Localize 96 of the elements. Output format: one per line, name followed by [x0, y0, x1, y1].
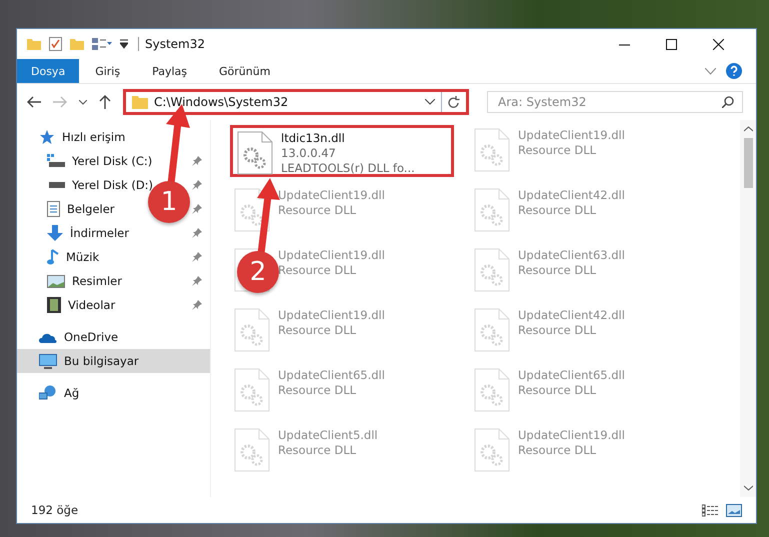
sidebar-item[interactable]: Videolar: [68, 298, 116, 312]
ribbon-tab[interactable]: Paylaş: [136, 59, 203, 83]
sidebar-label: Ağ: [64, 386, 80, 400]
help-icon[interactable]: [726, 63, 742, 79]
download-arrow-icon: [47, 225, 63, 241]
sidebar-item[interactable]: Ağ: [17, 381, 210, 405]
drive-icon: [47, 154, 65, 168]
file-name: UpdateClient63.dll: [518, 248, 625, 263]
dll-file-icon: [474, 308, 510, 352]
address-bar[interactable]: C:\Windows\System32: [123, 89, 469, 115]
up-arrow-icon[interactable]: [99, 95, 111, 109]
scroll-down-icon[interactable]: [744, 485, 752, 491]
refresh-icon[interactable]: [448, 96, 460, 108]
sidebar-item[interactable]: Belgeler: [67, 202, 115, 216]
file-name: UpdateClient65.dll: [278, 368, 385, 383]
scroll-up-icon[interactable]: [744, 126, 752, 132]
file-description: Resource DLL: [518, 443, 598, 458]
file-description: Resource DLL: [278, 323, 358, 338]
file-name: UpdateClient19.dll: [278, 308, 385, 323]
dll-file-icon: [474, 248, 510, 292]
file-tile[interactable]: ltdic13n.dll 13.0.0.47 LEADTOOLS(r) DLL fo...: [230, 125, 454, 177]
dll-file-icon: [474, 428, 510, 472]
file-description: Resource DLL: [518, 323, 598, 338]
dll-file-icon: [474, 368, 510, 412]
cloud-icon: [39, 332, 57, 342]
sidebar-label: Bu bilgisayar: [64, 354, 139, 368]
dll-file-icon: [234, 428, 270, 472]
dropdown-icon[interactable]: [120, 39, 128, 49]
film-icon: [47, 297, 61, 313]
file-name: UpdateClient65.dll: [518, 368, 625, 383]
file-name: UpdateClient42.dll: [518, 188, 625, 203]
document-icon: [47, 201, 60, 217]
pin-icon[interactable]: [192, 252, 202, 262]
sidebar-item[interactable]: İndirmeler: [70, 226, 129, 240]
maximize-icon[interactable]: [666, 38, 677, 50]
scrollbar-thumb[interactable]: [744, 138, 752, 188]
back-arrow-icon[interactable]: [27, 96, 41, 108]
file-description: LEADTOOLS(r) DLL fo...: [281, 161, 415, 176]
large-icons-view-icon[interactable]: [726, 504, 742, 516]
sidebar-item[interactable]: Hızlı erişim: [17, 125, 210, 149]
file-name: UpdateClient19.dll: [518, 128, 625, 143]
pin-icon[interactable]: [192, 204, 202, 214]
item-count: 192 öğe: [31, 503, 78, 517]
picture-icon: [47, 274, 65, 288]
pin-icon[interactable]: [192, 276, 202, 286]
file-description: Resource DLL: [278, 263, 358, 278]
sidebar-item[interactable]: Yerel Disk (C:): [72, 154, 152, 168]
dll-file-icon: [474, 128, 510, 172]
details-view-icon[interactable]: [702, 504, 718, 516]
star-icon: [39, 129, 55, 145]
chevron-down-icon[interactable]: [425, 99, 435, 105]
file-description: Resource DLL: [518, 263, 598, 278]
view-menu-icon[interactable]: [92, 38, 112, 50]
sidebar-item[interactable]: Resimler: [72, 274, 122, 288]
checklist-icon[interactable]: [49, 37, 62, 51]
file-description: Resource DLL: [518, 203, 598, 218]
file-name: ltdic13n.dll: [281, 131, 346, 146]
dll-file-icon: [234, 308, 270, 352]
search-icon: [722, 96, 734, 108]
network-icon: [39, 385, 57, 401]
search-bar[interactable]: Ara: System32: [487, 91, 743, 113]
file-version: 13.0.0.47: [281, 146, 337, 161]
music-note-icon: [47, 249, 59, 265]
dll-file-icon: [474, 188, 510, 232]
pin-icon[interactable]: [192, 156, 202, 166]
dll-file-icon: [234, 188, 270, 232]
ribbon-tab[interactable]: Giriş: [79, 59, 136, 83]
sidebar-item[interactable]: Müzik: [66, 250, 100, 264]
pin-icon[interactable]: [192, 228, 202, 238]
file-description: Resource DLL: [278, 383, 358, 398]
file-description: Resource DLL: [278, 203, 358, 218]
file-description: Resource DLL: [518, 383, 598, 398]
file-name: UpdateClient19.dll: [278, 188, 385, 203]
file-name: UpdateClient19.dll: [518, 428, 625, 443]
file-description: Resource DLL: [278, 443, 358, 458]
drive-icon: [47, 182, 65, 188]
monitor-icon: [39, 354, 57, 368]
dll-file-icon: [234, 368, 270, 412]
ribbon-tab[interactable]: Görünüm: [203, 59, 286, 83]
pin-icon[interactable]: [192, 180, 202, 190]
folder-icon: [132, 95, 148, 109]
sidebar-label: Hızlı erişim: [62, 130, 126, 144]
sidebar-item[interactable]: Bu bilgisayar: [17, 349, 210, 373]
sidebar-label: OneDrive: [64, 330, 118, 344]
dll-file-icon: [237, 131, 273, 175]
chevron-down-icon[interactable]: [79, 100, 87, 104]
close-icon[interactable]: [713, 38, 724, 50]
pin-icon[interactable]: [192, 300, 202, 310]
file-name: UpdateClient5.dll: [278, 428, 378, 443]
ribbon-tab[interactable]: Dosya: [17, 59, 80, 83]
window-title: System32: [138, 37, 206, 51]
address-path: C:\Windows\System32: [154, 95, 290, 109]
sidebar-item[interactable]: OneDrive: [17, 325, 210, 349]
file-name: UpdateClient19.dll: [278, 248, 385, 263]
file-name: UpdateClient42.dll: [518, 308, 625, 323]
file-description: Resource DLL: [518, 143, 598, 158]
